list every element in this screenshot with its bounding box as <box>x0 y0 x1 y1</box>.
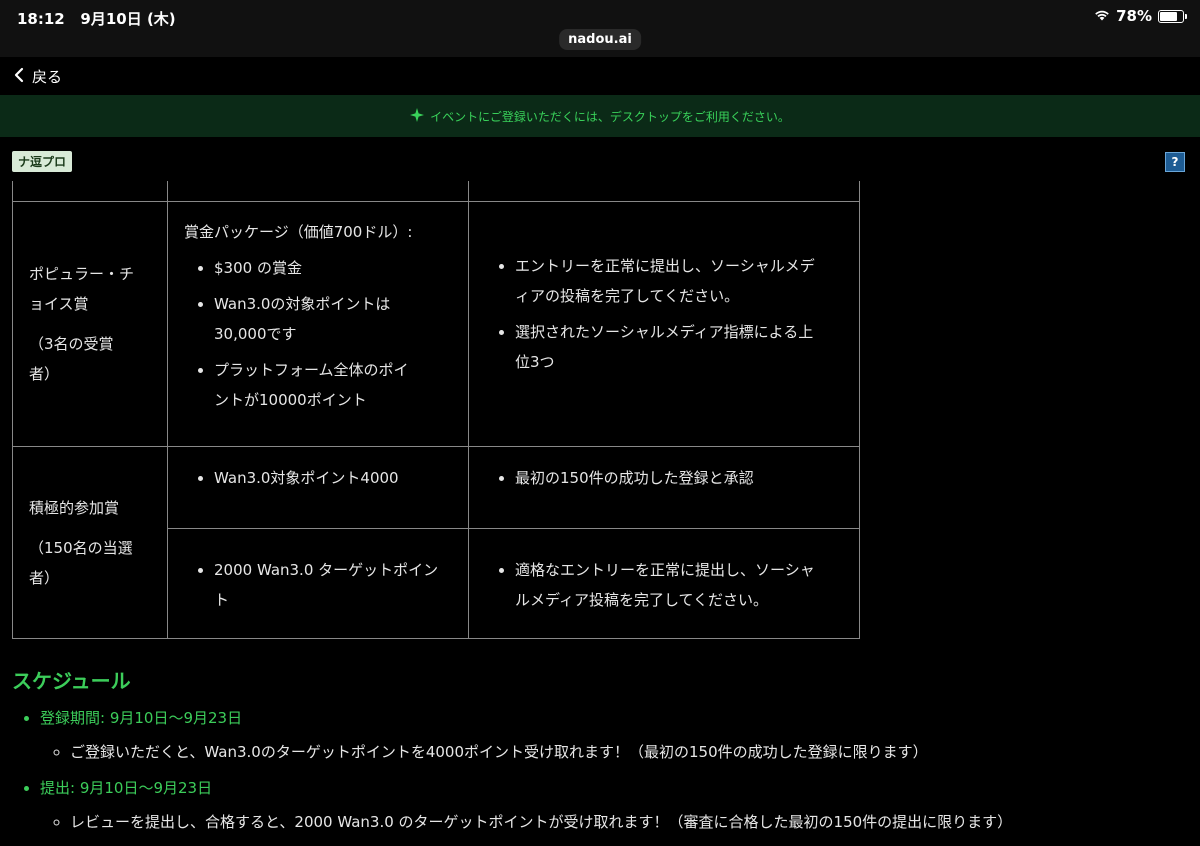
back-button[interactable]: 戻る <box>14 66 62 87</box>
list-item: Wan3.0対象ポイント4000 <box>214 463 452 493</box>
list-item: エントリーを正常に提出し、ソーシャルメディアの投稿を完了してください。 <box>515 251 843 311</box>
nav-bar: 戻る <box>0 57 1200 95</box>
help-icon[interactable]: ? <box>1165 152 1185 172</box>
list-item: 選択されたソーシャルメディア指標による上位3つ <box>515 317 843 377</box>
prize-table: ポピュラー・チョイス賞 （3名の受賞者） 賞金パッケージ（価値700ドル）: $… <box>12 181 860 639</box>
chevron-left-icon <box>14 67 24 87</box>
url-bar[interactable]: nadou.ai <box>559 29 641 50</box>
active-award-name: 積極的参加賞 （150名の当選 者） <box>12 446 168 639</box>
back-label: 戻る <box>32 68 63 86</box>
prize-heading: 賞金パッケージ（価値700ドル）: <box>184 223 413 241</box>
list-item: 提出: 9月10日〜9月23日 レビューを提出し、合格すると、2000 Wan3… <box>40 776 1200 834</box>
schedule-label: 提出: 9月10日〜9月23日 <box>40 779 213 797</box>
popular-award-name: ポピュラー・チ ョイス賞 （3名の受賞 者） <box>12 201 168 447</box>
list-item: 登録期間: 9月10日〜9月23日 ご登録いただくと、Wan3.0のターゲットポ… <box>40 706 1200 764</box>
list-item: 最初の150件の成功した登録と承認 <box>515 463 843 493</box>
status-bar: 18:12 9月10日 (木) nadou.ai 78% <box>0 0 1200 57</box>
status-right: 78% <box>1094 7 1187 25</box>
popular-award-prizes: 賞金パッケージ（価値700ドル）: $300 の賞金 Wan3.0の対象ポイント… <box>167 201 469 447</box>
list-item: プラットフォーム全体のポイントが10000ポイント <box>214 355 452 415</box>
list-item: $300 の賞金 <box>214 253 452 283</box>
schedule-heading: スケジュール <box>12 669 131 693</box>
status-date: 9月10日 (木) <box>80 10 176 28</box>
schedule-label: 登録期間: 9月10日〜9月23日 <box>40 709 243 727</box>
table-row <box>12 181 860 202</box>
banner-text: イベントにご登録いただくには、デスクトップをご利用ください。 <box>430 109 790 124</box>
desktop-notice-banner: イベントにご登録いただくには、デスクトップをご利用ください。 <box>0 95 1200 137</box>
wifi-icon <box>1094 7 1110 25</box>
battery-icon <box>1158 9 1187 23</box>
list-item: レビューを提出し、合格すると、2000 Wan3.0 のターゲットポイントが受け… <box>70 810 1200 834</box>
battery-percent: 78% <box>1116 7 1152 25</box>
list-item: 適格なエントリーを正常に提出し、ソーシャルメディア投稿を完了してください。 <box>515 555 843 615</box>
schedule-list: 登録期間: 9月10日〜9月23日 ご登録いただくと、Wan3.0のターゲットポ… <box>12 700 1200 846</box>
table-row-popular: ポピュラー・チョイス賞 （3名の受賞者） 賞金パッケージ（価値700ドル）: $… <box>12 201 860 447</box>
table-row-active-1: 積極的参加賞 （150名の当選者） Wan3.0対象ポイント4000 最初の15… <box>12 446 860 639</box>
list-item: ご登録いただくと、Wan3.0のターゲットポイントを4000ポイント受け取れます… <box>70 740 1200 764</box>
status-time: 18:12 9月10日 (木) <box>17 10 176 28</box>
popular-award-criteria: エントリーを正常に提出し、ソーシャルメディアの投稿を完了してください。 選択され… <box>468 201 860 447</box>
list-item: Wan3.0の対象ポイントは30,000です <box>214 289 452 349</box>
brand-tag: ナ逗プロ <box>12 151 73 172</box>
list-item: 2000 Wan3.0 ターゲットポイント <box>214 555 452 615</box>
sparkle-icon <box>410 107 425 125</box>
